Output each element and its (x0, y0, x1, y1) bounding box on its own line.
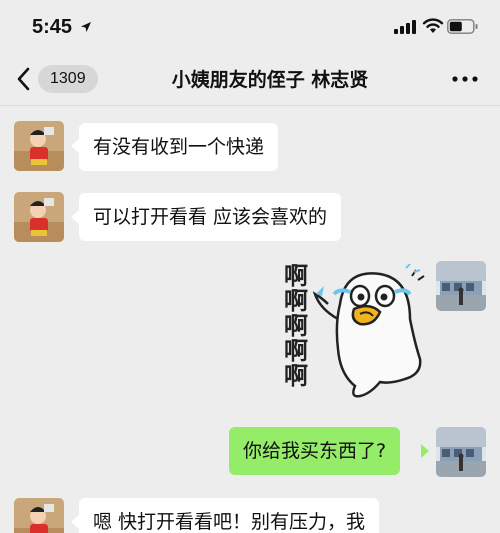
contact-avatar[interactable] (14, 498, 64, 533)
unread-count-badge: 1309 (38, 65, 98, 93)
status-bar: 5:45 (0, 0, 500, 52)
chevron-left-icon (17, 67, 30, 91)
more-options-icon[interactable] (450, 68, 480, 90)
bubble-tail (421, 444, 429, 458)
battery-icon (447, 19, 478, 34)
location-arrow-icon (81, 22, 91, 32)
message-bubble-incoming[interactable]: 有没有收到一个快递 (79, 123, 279, 171)
bubble-tail (71, 210, 79, 224)
bubble-tail (71, 139, 79, 153)
chat-header: 1309 小姨朋友的侄子 林志贤 (0, 52, 500, 106)
crying-seal-sticker-icon (312, 264, 425, 398)
cellular-signal-icon (394, 20, 416, 34)
message-bubble-incoming[interactable]: 嗯 快打开看看吧！别有压力，我 (79, 498, 380, 533)
my-avatar[interactable] (436, 427, 486, 477)
status-time: 5:45 (32, 16, 73, 38)
my-avatar[interactable] (436, 261, 486, 311)
contact-avatar[interactable] (14, 192, 64, 242)
wifi-icon (422, 18, 444, 33)
message-bubble-incoming[interactable]: 可以打开看看 应该会喜欢的 (79, 193, 342, 241)
message-bubble-outgoing[interactable]: 你给我买东西了? (229, 427, 401, 475)
bubble-tail (71, 515, 79, 529)
contact-avatar[interactable] (14, 121, 64, 171)
message-list[interactable]: 有没有收到一个快递 可以打开看看 应该会喜欢的 啊 啊 啊 啊 啊 你给我买东西… (0, 106, 500, 533)
sticker-message[interactable]: 啊 啊 啊 啊 啊 (270, 264, 430, 404)
chat-title: 小姨朋友的侄子 林志贤 (171, 69, 369, 91)
back-button[interactable]: 1309 (14, 64, 98, 94)
